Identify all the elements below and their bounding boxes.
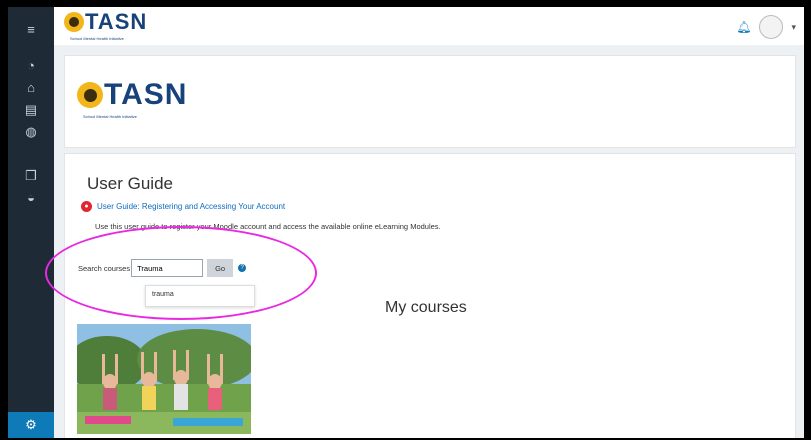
courses-icon[interactable]: ❒ bbox=[22, 167, 40, 185]
logo-text: TASN bbox=[85, 9, 148, 34]
yoga-class-image bbox=[77, 324, 251, 434]
sidebar: ≡ ◔ ⌂ ▤ ◍ ❒ ◒ ⚙ bbox=[8, 7, 54, 438]
chevron-down-icon[interactable]: ▾ bbox=[791, 22, 796, 33]
guide-link-text[interactable]: User Guide: Registering and Accessing Yo… bbox=[97, 202, 285, 211]
sun-logo-icon bbox=[77, 82, 103, 108]
logo-tagline: School Mental Health Initiative bbox=[70, 36, 124, 41]
highlight-circle bbox=[45, 226, 317, 320]
guide-title: User Guide bbox=[87, 174, 173, 193]
graduation-icon[interactable]: ◒ bbox=[22, 189, 40, 207]
calendar-icon[interactable]: ▤ bbox=[22, 101, 40, 119]
pdf-icon: ● bbox=[81, 201, 92, 212]
banner-logo-tagline: School Mental Health Initiative bbox=[83, 114, 137, 119]
home-icon[interactable]: ⌂ bbox=[22, 79, 40, 97]
dashboard-icon[interactable]: ◔ bbox=[22, 57, 40, 75]
sun-logo-icon bbox=[64, 12, 84, 32]
my-courses-heading: My courses bbox=[385, 299, 467, 316]
banner-logo: TASN School Mental Health Initiative bbox=[77, 78, 188, 119]
banner-logo-text: TASN bbox=[104, 78, 188, 111]
user-menu-area: 🔔︎ ▾ bbox=[736, 15, 796, 39]
app-window: ≡ ◔ ⌂ ▤ ◍ ❒ ◒ ⚙ TASN School Mental Healt… bbox=[8, 7, 804, 438]
menu-icon[interactable]: ≡ bbox=[22, 21, 40, 39]
files-icon[interactable]: ◍ bbox=[22, 123, 40, 141]
course-image[interactable] bbox=[77, 324, 251, 434]
site-logo[interactable]: TASN School Mental Health Initiative bbox=[64, 9, 148, 41]
settings-icon[interactable]: ⚙ bbox=[8, 412, 54, 438]
banner-card: TASN School Mental Health Initiative bbox=[64, 55, 796, 148]
bell-icon[interactable]: 🔔︎ bbox=[736, 20, 751, 34]
top-navbar: TASN School Mental Health Initiative 🔔︎ … bbox=[54, 7, 804, 46]
guide-link[interactable]: ● User Guide: Registering and Accessing … bbox=[81, 201, 285, 212]
avatar[interactable] bbox=[759, 15, 784, 39]
